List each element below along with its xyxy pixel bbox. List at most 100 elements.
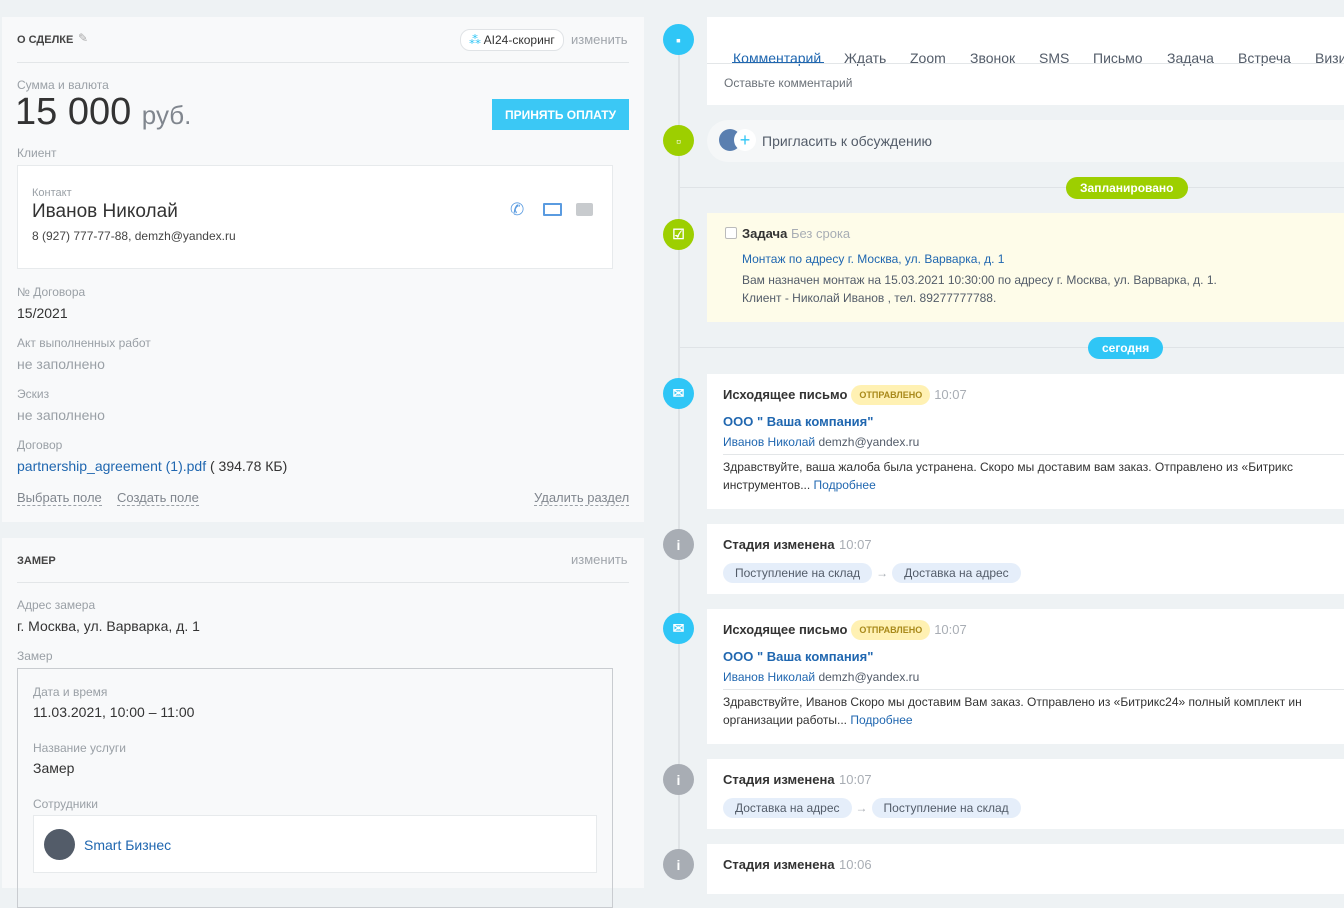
section-title: ЗАМЕР xyxy=(17,555,56,567)
phone-icon[interactable]: ✆ xyxy=(510,200,524,220)
select-field-link[interactable]: Выбрать поле xyxy=(17,490,102,506)
measure-label: Замер xyxy=(17,649,53,663)
chat-icon: ▫ xyxy=(663,125,694,156)
contact-card: Контакт Иванов Николай 8 (927) 777-77-88… xyxy=(17,165,613,269)
task-card: Задача Без срока Монтаж по адресу г. Мос… xyxy=(707,213,1344,322)
staff-name[interactable]: Smart Бизнес xyxy=(84,837,171,853)
email-title: Исходящее письмо xyxy=(723,387,848,403)
task-subject[interactable]: Монтаж по адресу г. Москва, ул. Варварка… xyxy=(742,252,1004,266)
email-body: Здравствуйте, Иванов Скоро мы доставим В… xyxy=(723,695,1302,709)
sketch-label: Эскиз xyxy=(17,387,50,401)
email-card: Исходящее письмо ОТПРАВЛЕНО 10:07 ООО " Ва… xyxy=(707,609,1344,744)
accept-payment-button[interactable]: ПРИНЯТЬ ОПЛАТУ xyxy=(492,99,629,130)
more-link[interactable]: Подробнее xyxy=(814,478,876,492)
envelope-icon: ✉ xyxy=(663,613,694,644)
email-body-cont: организации работы... xyxy=(723,713,848,727)
stage-from: Поступление на склад xyxy=(723,563,873,583)
act-label: Акт выполненных работ xyxy=(17,336,151,350)
edit-link[interactable]: изменить xyxy=(571,552,628,567)
sketch-value: не заполнено xyxy=(17,407,105,423)
act-value: не заполнено xyxy=(17,356,105,372)
task-checkbox[interactable] xyxy=(725,227,737,239)
task-line-1: Вам назначен монтаж на 15.03.2021 10:30:… xyxy=(742,273,1217,287)
ai-scoring-button[interactable]: ⁂ AI24-скоринг xyxy=(460,29,564,51)
task-line-2: Клиент - Николай Иванов , тел. 892777777… xyxy=(742,291,997,305)
create-field-link[interactable]: Создать поле xyxy=(117,490,199,506)
deal-section: О СДЕЛКЕ ✎ ⁂ AI24-скоринг изменить Сумма… xyxy=(2,17,644,522)
stage-time: 10:07 xyxy=(839,772,872,787)
address-label: Адрес замера xyxy=(17,598,96,612)
service-label: Название услуги xyxy=(33,741,126,755)
plus-icon[interactable]: + xyxy=(734,129,756,151)
invite-label: Пригласить к обсуждению xyxy=(762,133,933,149)
client-label: Клиент xyxy=(17,146,57,160)
recipient-name[interactable]: Иванов Николай xyxy=(723,670,815,684)
amount-value: 15 000 руб. xyxy=(15,91,191,134)
email-card: Исходящее письмо ОТПРАВЛЕНО 10:07 ООО " Ва… xyxy=(707,374,1344,509)
task-deadline[interactable]: Без срока xyxy=(791,226,850,241)
status-badge: ОТПРАВЛЕНО xyxy=(851,385,931,405)
address-value: г. Москва, ул. Варварка, д. 1 xyxy=(17,618,200,634)
info-icon: i xyxy=(663,764,694,795)
avatar xyxy=(44,829,75,860)
invite-bar[interactable]: + Пригласить к обсуждению xyxy=(707,120,1344,162)
stage-title: Стадия изменена xyxy=(723,537,835,552)
mail-icon[interactable] xyxy=(543,203,562,216)
contract-file-row: partnership_agreement (1).pdf ( 394.78 К… xyxy=(17,458,287,474)
delete-section-link[interactable]: Удалить раздел xyxy=(534,490,630,506)
contact-name[interactable]: Иванов Николай xyxy=(32,201,178,223)
email-time: 10:07 xyxy=(934,387,967,403)
stage-card: Стадия изменена 10:07 Доставка на адрес →… xyxy=(707,759,1344,829)
activity-editor: Комментарий Ждать Zoom Звонок SMS Письмо… xyxy=(707,17,1344,105)
arrow-right-icon: → xyxy=(855,801,868,815)
stage-title: Стадия изменена xyxy=(723,857,835,872)
task-title: Задача xyxy=(742,226,788,241)
recipient-name[interactable]: Иванов Николай xyxy=(723,435,815,449)
currency: руб. xyxy=(141,100,192,130)
info-icon: i xyxy=(663,529,694,560)
email-body: Здравствуйте, ваша жалоба была устранена… xyxy=(723,460,1294,474)
datetime-label: Дата и время xyxy=(33,685,108,699)
contract-no: 15/2021 xyxy=(17,305,68,321)
contract-size: ( 394.78 КБ) xyxy=(210,458,288,474)
contact-label: Контакт xyxy=(32,187,72,199)
stage-to: Поступление на склад xyxy=(871,798,1021,818)
status-badge: ОТПРАВЛЕНО xyxy=(851,620,931,640)
recipient-email: demzh@yandex.ru xyxy=(818,670,920,684)
edit-link[interactable]: изменить xyxy=(571,32,628,47)
arrow-right-icon: → xyxy=(876,566,889,580)
datetime-value: 11.03.2021, 10:00 – 11:00 xyxy=(33,704,195,720)
share-icon: ⁂ xyxy=(469,33,481,47)
staff-label: Сотрудники xyxy=(33,797,98,811)
planned-badge: Запланировано xyxy=(1066,177,1188,199)
measure-section: ЗАМЕР изменить Адрес замера г. Москва, у… xyxy=(2,538,644,908)
email-subject[interactable]: ООО " Ваша компания" xyxy=(723,414,873,429)
more-link[interactable]: Подробнее xyxy=(850,713,912,727)
pencil-icon[interactable]: ✎ xyxy=(78,31,88,45)
stage-card: Стадия изменена 10:07 Поступление на скл… xyxy=(707,524,1344,594)
stage-card: Стадия изменена 10:06 xyxy=(707,844,1344,894)
contract-label: Договор xyxy=(17,438,63,452)
booking-box: Дата и время 11.03.2021, 10:00 – 11:00 Н… xyxy=(17,668,613,908)
info-icon: i xyxy=(663,849,694,880)
amount: 15 000 xyxy=(15,91,132,133)
ai-scoring-label: AI24-скоринг xyxy=(483,33,555,47)
today-badge: сегодня xyxy=(1088,337,1164,359)
stage-to: Доставка на адрес xyxy=(892,563,1021,583)
section-title: О СДЕЛКЕ xyxy=(17,34,74,46)
recipient-email: demzh@yandex.ru xyxy=(818,435,920,449)
chat-icon[interactable] xyxy=(576,203,593,216)
timeline-line xyxy=(678,40,680,880)
service-value: Замер xyxy=(33,760,75,776)
email-body-cont: инструментов... xyxy=(723,478,811,492)
amount-label: Сумма и валюта xyxy=(17,78,109,92)
envelope-icon: ✉ xyxy=(663,378,694,409)
stage-from: Доставка на адрес xyxy=(723,798,852,818)
comment-input[interactable]: Оставьте комментарий xyxy=(724,76,852,90)
email-title: Исходящее письмо xyxy=(723,622,848,638)
email-time: 10:07 xyxy=(934,622,967,638)
stage-title: Стадия изменена xyxy=(723,772,835,787)
email-subject[interactable]: ООО " Ваша компания" xyxy=(723,649,873,664)
contract-file-link[interactable]: partnership_agreement (1).pdf xyxy=(17,458,206,474)
contact-details: 8 (927) 777-77-88, demzh@yandex.ru xyxy=(32,229,236,243)
